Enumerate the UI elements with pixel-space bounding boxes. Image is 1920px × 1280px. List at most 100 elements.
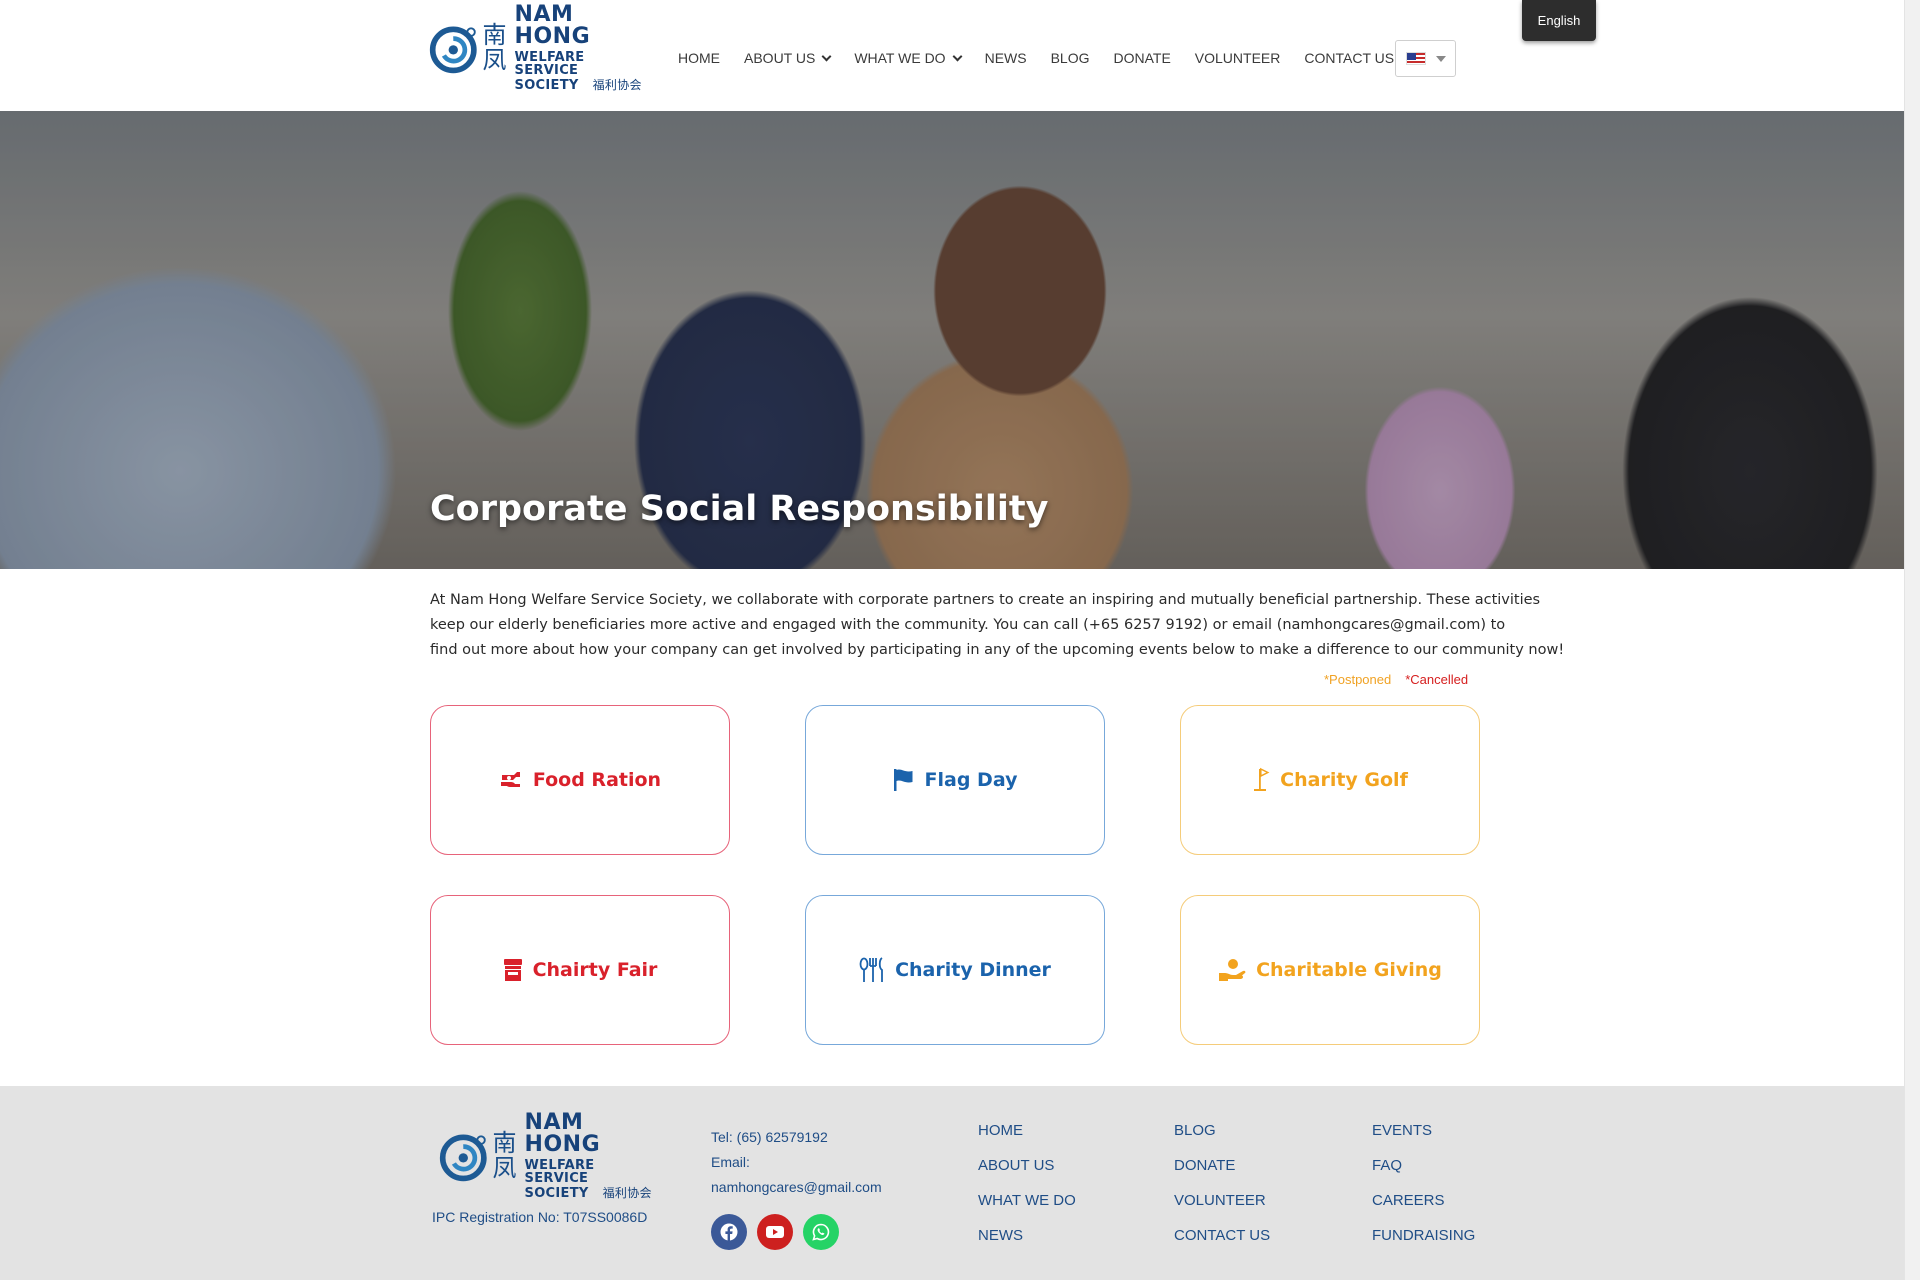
card-label: Chairty Fair: [532, 959, 658, 981]
ipc-registration: IPC Registration No: T07SS0086D: [432, 1209, 648, 1225]
hero-banner: Corporate Social Responsibility: [0, 111, 1904, 569]
swirl-logo-icon: [439, 1134, 487, 1182]
footer-link-home[interactable]: HOME: [978, 1120, 1076, 1155]
site-logo[interactable]: 南 凤 NAM HONG WELFARE SERVICE SOCIETY 福利协…: [428, 4, 648, 92]
logo-cn-bottom: 凤: [482, 46, 507, 74]
footer-link-volunteer[interactable]: VOLUNTEER: [1174, 1190, 1270, 1225]
flag-icon: [893, 768, 915, 792]
footer-link-what-we-do[interactable]: WHAT WE DO: [978, 1190, 1076, 1225]
nav-label: WHAT WE DO: [854, 50, 946, 66]
main-nav: HOME ABOUT US WHAT WE DO NEWS BLOG DONAT…: [678, 48, 1418, 68]
footer-link-about-us[interactable]: ABOUT US: [978, 1155, 1076, 1190]
fair-stall-icon: [503, 958, 523, 982]
nav-label: BLOG: [1050, 50, 1090, 66]
logo-chinese-name: 南 凤: [493, 1131, 517, 1181]
card-charity-golf[interactable]: Charity Golf: [1180, 705, 1480, 855]
nav-volunteer[interactable]: VOLUNTEER: [1195, 50, 1281, 66]
card-label: Food Ration: [532, 769, 662, 791]
page-title: Corporate Social Responsibility: [430, 489, 1049, 529]
logo-line-3-text: SOCIETY: [514, 78, 579, 93]
logo-cn-bottom: 凤: [492, 1154, 517, 1182]
logo-wordmark: NAM HONG WELFARE SERVICE SOCIETY 福利协会: [514, 2, 648, 93]
logo-cn-top: 南: [492, 1129, 517, 1157]
us-flag-icon: [1406, 52, 1426, 65]
footer-logo[interactable]: 南 凤 NAM HONG WELFARE SERVICE SOCIETY 福利协…: [438, 1112, 658, 1200]
card-label: Charity Golf: [1280, 769, 1408, 791]
youtube-button[interactable]: [757, 1214, 793, 1250]
logo-line-3-cn: 福利协会: [592, 78, 642, 92]
footer-contact: Tel: (65) 62579192 Email: namhongcares@g…: [711, 1125, 882, 1200]
logo-line-2: WELFARE SERVICE: [514, 50, 585, 78]
logo-line-3-text: SOCIETY: [524, 1186, 589, 1201]
nav-what-we-do[interactable]: WHAT WE DO: [854, 50, 963, 66]
nav-news[interactable]: NEWS: [985, 50, 1027, 66]
facebook-button[interactable]: [711, 1214, 747, 1250]
footer-link-news[interactable]: NEWS: [978, 1225, 1076, 1260]
logo-line-3: SOCIETY 福利协会: [515, 79, 648, 92]
footer-email-label: Email:: [711, 1154, 750, 1170]
footer-email[interactable]: namhongcares@gmail.com: [711, 1175, 882, 1200]
nav-label: VOLUNTEER: [1194, 50, 1281, 66]
footer-link-blog[interactable]: BLOG: [1174, 1120, 1270, 1155]
nav-label: DONATE: [1113, 50, 1171, 66]
dropdown-arrow-icon: [1436, 56, 1446, 62]
nav-label: ABOUT US: [744, 50, 816, 66]
nav-label: CONTACT US: [1304, 50, 1395, 66]
language-select[interactable]: [1395, 40, 1456, 77]
card-flag-day[interactable]: Flag Day: [805, 705, 1105, 855]
card-label: Charitable Giving: [1256, 959, 1442, 981]
site-header: 南 凤 NAM HONG WELFARE SERVICE SOCIETY 福利协…: [0, 0, 1904, 111]
card-food-ration[interactable]: Food Ration: [430, 705, 730, 855]
legend-cancelled: *Cancelled: [1405, 672, 1469, 687]
chevron-down-icon: [821, 51, 832, 61]
footer-link-contact-us[interactable]: CONTACT US: [1174, 1225, 1270, 1260]
status-legend: *Postponed *Cancelled: [1324, 672, 1468, 687]
youtube-icon: [766, 1226, 784, 1238]
intro-line: find out more about how your company can…: [430, 642, 1565, 658]
logo-line-3-cn: 福利协会: [602, 1186, 652, 1200]
logo-chinese-name: 南 凤: [483, 23, 507, 73]
language-tooltip: English: [1522, 0, 1596, 41]
logo-cn-top: 南: [482, 21, 507, 49]
logo-line-2: WELFARE SERVICE: [524, 1158, 595, 1186]
facebook-icon: [720, 1223, 738, 1241]
nav-contact-us[interactable]: CONTACT US: [1304, 50, 1394, 66]
nav-label: NEWS: [984, 50, 1027, 66]
logo-line-3: SOCIETY 福利协会: [525, 1187, 658, 1200]
intro-line: At Nam Hong Welfare Service Society, we …: [430, 592, 1541, 608]
swirl-logo-icon: [429, 26, 477, 74]
social-links: [711, 1214, 839, 1250]
card-charitable-giving[interactable]: Charitable Giving: [1180, 895, 1480, 1045]
food-ration-icon: [499, 769, 523, 791]
intro-text: At Nam Hong Welfare Service Society, we …: [430, 588, 1565, 663]
footer-link-events[interactable]: EVENTS: [1372, 1120, 1475, 1155]
footer-link-donate[interactable]: DONATE: [1174, 1155, 1270, 1190]
chevron-down-icon: [952, 51, 963, 61]
hand-giving-icon: [1218, 958, 1246, 982]
footer-tel[interactable]: Tel: (65) 62579192: [711, 1125, 882, 1150]
card-label: Charity Dinner: [895, 959, 1051, 981]
footer-link-faq[interactable]: FAQ: [1372, 1155, 1475, 1190]
logo-line-1: NAM HONG: [524, 1110, 601, 1157]
footer-link-careers[interactable]: CAREERS: [1372, 1190, 1475, 1225]
page-scrollbar[interactable]: [1904, 0, 1920, 1280]
whatsapp-button[interactable]: [803, 1214, 839, 1250]
card-chairty-fair[interactable]: Chairty Fair: [430, 895, 730, 1045]
nav-donate[interactable]: DONATE: [1113, 50, 1170, 66]
utensils-icon: [859, 957, 885, 983]
legend-postponed: *Postponed: [1324, 672, 1392, 687]
footer-link-fundraising[interactable]: FUNDRAISING: [1372, 1225, 1475, 1260]
footer-links-col-3: EVENTS FAQ CAREERS FUNDRAISING: [1372, 1120, 1475, 1260]
nav-label: HOME: [678, 50, 720, 66]
golf-icon: [1252, 767, 1270, 793]
footer-links-col-2: BLOG DONATE VOLUNTEER CONTACT US: [1174, 1120, 1270, 1260]
intro-line: keep our elderly beneficiaries more acti…: [430, 617, 1506, 633]
nav-blog[interactable]: BLOG: [1051, 50, 1090, 66]
nav-about-us[interactable]: ABOUT US: [744, 50, 832, 66]
card-charity-dinner[interactable]: Charity Dinner: [805, 895, 1105, 1045]
card-label: Flag Day: [924, 769, 1018, 791]
logo-line-1: NAM HONG: [514, 2, 591, 49]
footer-links-col-1: HOME ABOUT US WHAT WE DO NEWS: [978, 1120, 1076, 1260]
nav-home[interactable]: HOME: [678, 50, 720, 66]
logo-wordmark: NAM HONG WELFARE SERVICE SOCIETY 福利协会: [524, 1110, 658, 1201]
